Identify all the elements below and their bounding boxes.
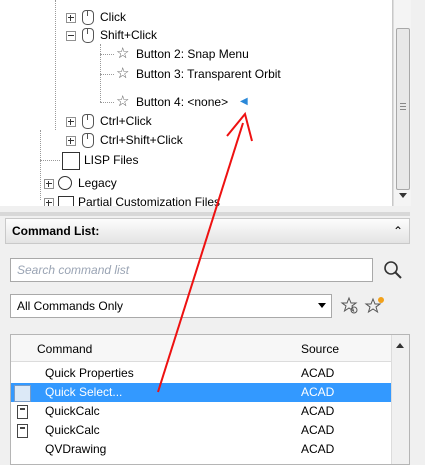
partial-file-icon: [58, 196, 74, 206]
command-source: ACAD: [301, 366, 335, 380]
tree-item-label: Button 3: Transparent Orbit: [136, 67, 281, 81]
tree-item-label: Click: [100, 10, 126, 24]
tree-vertical-scrollbar[interactable]: [393, 0, 411, 206]
grip-line: [400, 109, 406, 110]
command-name: Quick Select...: [45, 385, 123, 399]
command-filter-dropdown[interactable]: All Commands Only: [10, 294, 332, 318]
column-header-source[interactable]: Source: [301, 342, 339, 356]
list-vertical-scrollbar[interactable]: [391, 335, 409, 464]
command-source: ACAD: [301, 404, 335, 418]
command-list-header[interactable]: Command List: ⌃: [5, 218, 410, 244]
lisp-file-icon: [62, 152, 80, 170]
calculator-icon: [17, 424, 28, 438]
tree-item-label: Button 4: <none>: [136, 95, 229, 109]
command-source: ACAD: [301, 385, 335, 399]
collapse-icon[interactable]: [66, 31, 76, 41]
command-source: ACAD: [301, 442, 335, 456]
tree-item-label: Ctrl+Shift+Click: [100, 133, 183, 147]
legacy-clock-icon: [58, 176, 72, 190]
grip-line: [400, 103, 406, 104]
pointer-triangle-icon: ◀: [240, 96, 248, 107]
calculator-icon: [17, 405, 28, 419]
table-row-selected[interactable]: Quick Select... ACAD: [11, 383, 399, 402]
expand-icon[interactable]: [44, 179, 54, 189]
scrollbar-thumb[interactable]: [396, 28, 410, 190]
tree-line: [100, 54, 114, 55]
scroll-up-arrow-icon[interactable]: [396, 343, 404, 348]
dropdown-value: All Commands Only: [17, 299, 124, 313]
tree-item-label: Button 2: Snap Menu: [136, 47, 249, 61]
column-header-command[interactable]: Command: [37, 342, 92, 356]
command-name: Quick Properties: [45, 366, 134, 380]
star-icon: ☆: [116, 45, 130, 62]
tree-item-label: Partial Customization Files: [78, 195, 221, 206]
tree-item-label: Legacy: [78, 176, 117, 190]
expand-icon[interactable]: [66, 117, 76, 127]
find-command-star-icon[interactable]: [340, 296, 360, 316]
command-name: QVDrawing: [45, 442, 107, 456]
expand-icon[interactable]: [66, 136, 76, 146]
search-placeholder: Search command list: [17, 263, 130, 277]
tree-line: [40, 160, 60, 161]
search-icon[interactable]: [381, 258, 405, 282]
tree-line: [100, 44, 101, 102]
star-icon: ☆: [116, 93, 130, 110]
collapse-chevron-icon[interactable]: ⌃: [393, 224, 403, 238]
new-command-star-icon[interactable]: [364, 295, 386, 317]
tree-item-label: Ctrl+Click: [100, 114, 152, 128]
command-list-table[interactable]: Command Source Quick Properties ACAD Qui…: [10, 334, 410, 465]
tree-item-label: LISP Files: [84, 153, 139, 167]
mouse-icon: [82, 114, 94, 129]
expand-icon[interactable]: [44, 198, 54, 206]
table-header: Command Source: [11, 335, 399, 362]
star-icon: ☆: [116, 65, 130, 82]
customizations-tree[interactable]: Click Shift+Click ☆ Button 2: Snap Menu …: [0, 0, 393, 206]
tree-line: [55, 0, 56, 130]
table-row[interactable]: QVDrawing ACAD: [11, 440, 399, 459]
command-name: QuickCalc: [45, 423, 100, 437]
grip-line: [400, 106, 406, 107]
panel-splitter[interactable]: [0, 212, 410, 216]
expand-icon[interactable]: [66, 13, 76, 23]
mouse-icon: [82, 133, 94, 148]
scroll-down-arrow-icon[interactable]: [399, 193, 407, 198]
table-row[interactable]: QuickCalc ACAD: [11, 421, 399, 440]
tree-line: [100, 102, 114, 103]
search-command-input[interactable]: Search command list: [10, 258, 373, 282]
tree-item-label: Shift+Click: [100, 28, 158, 42]
quick-select-icon: [14, 385, 31, 402]
mouse-icon: [82, 28, 94, 43]
table-row[interactable]: Quick Properties ACAD: [11, 364, 399, 383]
command-name: QuickCalc: [45, 404, 100, 418]
table-row[interactable]: QuickCalc ACAD: [11, 402, 399, 421]
tree-line: [40, 130, 41, 200]
chevron-down-icon: [318, 303, 326, 308]
command-list-title: Command List:: [12, 224, 100, 238]
tree-line: [100, 74, 114, 75]
mouse-icon: [82, 10, 94, 25]
command-source: ACAD: [301, 423, 335, 437]
